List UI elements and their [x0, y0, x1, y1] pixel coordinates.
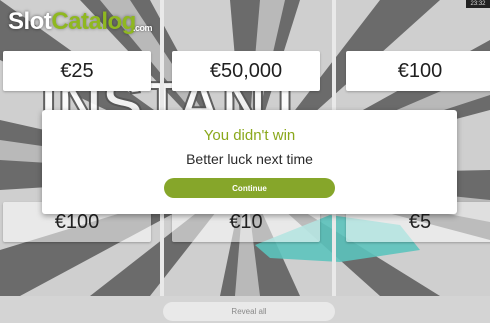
continue-button[interactable]: Continue [164, 178, 335, 198]
game-stage: INSTANT €25 €50,000 €100 €100 €10 €5 Slo… [0, 0, 490, 323]
result-dialog: You didn't win Better luck next time Con… [42, 110, 457, 214]
dialog-title: You didn't win [203, 127, 296, 144]
reveal-all-button[interactable]: Reveal all [163, 302, 335, 321]
logo-word-slot: Slot [8, 8, 52, 35]
scratch-tile[interactable]: €100 [346, 51, 490, 91]
tile-prize: €100 [397, 59, 443, 82]
tile-prize: €50,000 [209, 59, 283, 82]
logo-word-catalog: Catalog [51, 8, 136, 35]
scratch-tile[interactable]: €25 [3, 51, 151, 91]
clock: 23:32 [466, 0, 490, 8]
logo-suffix: .com [133, 23, 153, 33]
tile-prize: €25 [60, 59, 94, 82]
scratch-tile[interactable]: €50,000 [172, 51, 320, 91]
site-logo: SlotCatalog .com [8, 8, 153, 35]
dialog-subtitle: Better luck next time [186, 151, 313, 167]
